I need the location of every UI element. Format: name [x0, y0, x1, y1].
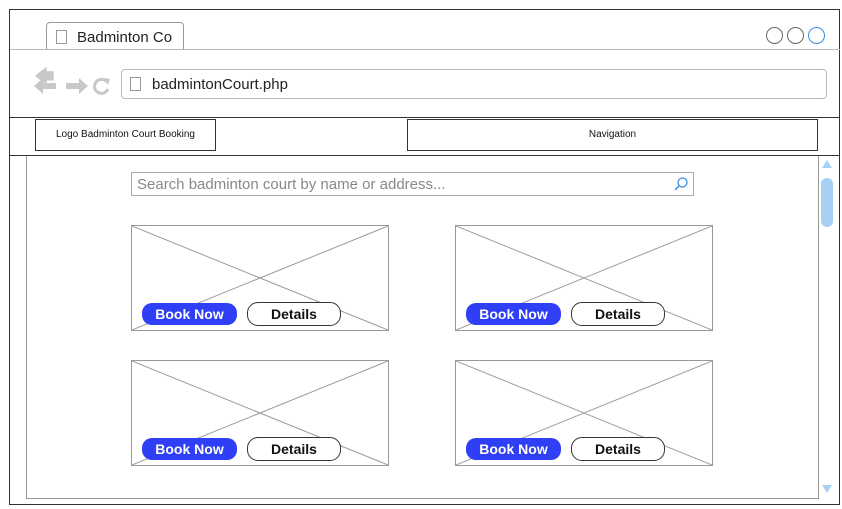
back-icon[interactable] — [34, 78, 58, 94]
logo[interactable]: Logo Badminton Court Booking — [35, 119, 216, 151]
details-button[interactable]: Details — [247, 302, 341, 326]
court-card: Book Now Details — [131, 360, 389, 466]
book-now-button[interactable]: Book Now — [466, 438, 561, 460]
page-icon — [130, 77, 141, 91]
scroll-down-icon[interactable] — [822, 485, 832, 493]
address-bar[interactable]: badmintonCourt.php — [121, 69, 827, 99]
tab-strip-divider — [10, 49, 840, 50]
reload-icon[interactable] — [93, 77, 111, 95]
search-placeholder: Search badminton court by name or addres… — [137, 176, 446, 193]
url-text: badmintonCourt.php — [152, 76, 288, 93]
search-input[interactable]: Search badminton court by name or addres… — [131, 172, 694, 196]
tab-title: Badminton Co — [77, 29, 173, 46]
page-icon — [56, 30, 67, 44]
vertical-scrollbar[interactable] — [819, 156, 835, 499]
book-now-button[interactable]: Book Now — [466, 303, 561, 325]
forward-icon[interactable] — [64, 78, 88, 94]
close-icon[interactable] — [808, 27, 825, 44]
book-now-button[interactable]: Book Now — [142, 438, 237, 460]
scroll-up-icon[interactable] — [822, 160, 832, 168]
header-border-top — [10, 117, 840, 118]
court-card: Book Now Details — [455, 225, 713, 331]
details-button[interactable]: Details — [247, 437, 341, 461]
details-button[interactable]: Details — [571, 302, 665, 326]
minimize-icon[interactable] — [766, 27, 783, 44]
navigation-bar[interactable]: Navigation — [407, 119, 818, 151]
book-now-button[interactable]: Book Now — [142, 303, 237, 325]
court-card: Book Now Details — [455, 360, 713, 466]
details-button[interactable]: Details — [571, 437, 665, 461]
search-icon[interactable] — [673, 176, 689, 192]
maximize-icon[interactable] — [787, 27, 804, 44]
court-card: Book Now Details — [131, 225, 389, 331]
scroll-thumb[interactable] — [821, 178, 833, 227]
browser-tab[interactable]: Badminton Co — [46, 22, 184, 50]
